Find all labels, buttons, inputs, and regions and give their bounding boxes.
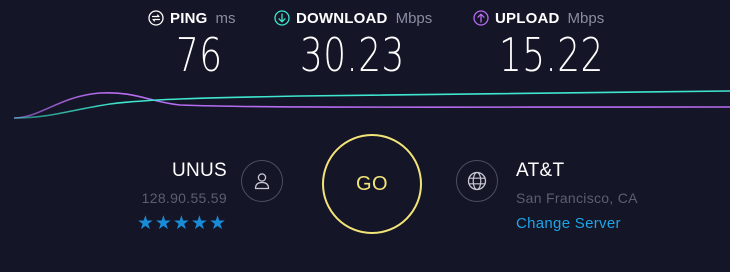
download-value: 30.23 xyxy=(300,28,405,82)
change-server-link[interactable]: Change Server xyxy=(516,215,621,232)
server-name: AT&T xyxy=(516,160,565,181)
server-location: San Francisco, CA xyxy=(516,190,638,206)
go-button[interactable]: GO xyxy=(322,134,422,234)
upload-speed-line xyxy=(13,91,730,119)
upload-label: UPLOAD xyxy=(495,9,560,27)
speed-graph xyxy=(13,90,730,119)
ping-label: PING xyxy=(170,9,208,27)
download-speed-line xyxy=(13,90,730,119)
download-metric: DOWNLOAD Mbps 30.23 xyxy=(274,8,434,80)
user-icon xyxy=(241,160,283,202)
ping-header: PING ms xyxy=(148,8,236,28)
download-icon xyxy=(274,10,290,26)
ping-metric: PING ms 76 xyxy=(148,8,236,80)
upload-unit: Mbps xyxy=(567,9,605,27)
upload-icon xyxy=(473,10,489,26)
globe-icon xyxy=(456,160,498,202)
upload-value: 15.22 xyxy=(499,28,604,82)
isp-rating-stars[interactable]: ★★★★★ xyxy=(137,212,227,235)
ping-icon xyxy=(148,10,164,26)
ping-unit: ms xyxy=(215,9,236,27)
download-header: DOWNLOAD Mbps xyxy=(274,8,434,28)
upload-metric: UPLOAD Mbps 15.22 xyxy=(473,8,633,80)
download-label: DOWNLOAD xyxy=(296,9,388,27)
ping-value: 76 xyxy=(176,28,223,82)
isp-ip-address: 128.90.55.59 xyxy=(141,190,227,206)
download-unit: Mbps xyxy=(395,9,433,27)
isp-name: UNUS xyxy=(171,160,227,181)
upload-header: UPLOAD Mbps xyxy=(473,8,633,28)
